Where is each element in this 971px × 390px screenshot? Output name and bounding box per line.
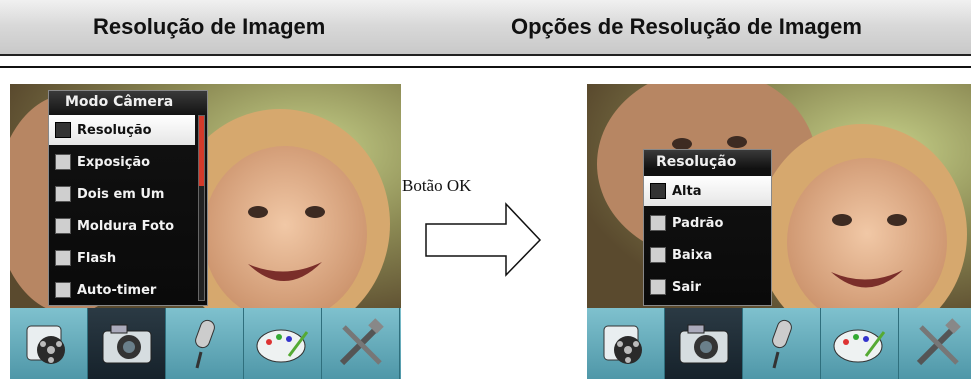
left-section-title: Resolução de Imagem [93, 14, 326, 39]
high-res-icon [650, 183, 666, 199]
menu-item-label: Moldura Foto [77, 218, 175, 234]
menu-item-moldura-foto[interactable]: Moldura Foto [49, 211, 195, 241]
menu-scrollbar[interactable] [198, 115, 205, 301]
menu-item-label: Dois em Um [77, 186, 165, 202]
flash-icon [55, 250, 71, 266]
right-arrow-icon [425, 202, 542, 277]
palette-icon[interactable] [821, 308, 899, 379]
header-band: Resolução de Imagem Opções de Resolução … [0, 0, 971, 56]
menu-item-label: Baixa [672, 247, 713, 263]
menu-item-label: Resolução [77, 122, 152, 138]
menu-item-label: Exposição [77, 154, 151, 170]
menu-item-flash[interactable]: Flash [49, 243, 195, 273]
menu-item-label: Auto-timer [77, 282, 157, 298]
self-timer-icon [55, 282, 71, 298]
microphone-icon[interactable] [743, 308, 821, 379]
resolution-menu: Resolução Alta Padrão Baixa Sair [643, 149, 772, 306]
menu-item-dois-em-um[interactable]: Dois em Um [49, 179, 195, 209]
menu-item-padrao[interactable]: Padrão [644, 208, 771, 238]
menu-item-label: Flash [77, 250, 117, 266]
tools-icon[interactable] [322, 308, 400, 379]
palette-icon[interactable] [244, 308, 322, 379]
photo-frame-icon [55, 218, 71, 234]
tools-icon[interactable] [899, 308, 971, 379]
mode-toolbar [10, 308, 401, 379]
exit-icon [650, 279, 666, 295]
two-in-one-icon [55, 186, 71, 202]
camera-screen-right: Resolução Alta Padrão Baixa Sair [587, 84, 971, 379]
menu-item-exposicao[interactable]: Exposição [49, 147, 195, 177]
menu-item-baixa[interactable]: Baixa [644, 240, 771, 270]
microphone-icon[interactable] [166, 308, 244, 379]
camera-icon[interactable] [88, 308, 166, 379]
menu-item-auto-timer[interactable]: Auto-timer [49, 275, 195, 305]
menu-item-sair[interactable]: Sair [644, 272, 771, 302]
camera-mode-menu: Modo Câmera Resolução Exposição Dois em … [48, 90, 208, 306]
camera-icon[interactable] [665, 308, 743, 379]
resolution-icon [55, 122, 71, 138]
menu-item-label: Sair [672, 279, 702, 295]
menu-item-resolucao[interactable]: Resolução [49, 115, 195, 145]
menu-item-label: Alta [672, 183, 702, 199]
playback-film-icon[interactable] [10, 308, 88, 379]
menu-item-alta[interactable]: Alta [644, 176, 771, 206]
menu-title: Resolução [656, 154, 737, 170]
scroll-thumb[interactable] [199, 116, 204, 186]
low-res-icon [650, 247, 666, 263]
ok-button-label: Botão OK [402, 176, 472, 195]
menu-item-label: Padrão [672, 215, 724, 231]
standard-res-icon [650, 215, 666, 231]
playback-film-icon[interactable] [587, 308, 665, 379]
divider-line [0, 66, 971, 68]
exposure-icon [55, 154, 71, 170]
mode-toolbar [587, 308, 971, 379]
menu-title: Modo Câmera [65, 94, 174, 110]
camera-screen-left: Modo Câmera Resolução Exposição Dois em … [10, 84, 401, 379]
right-section-title: Opções de Resolução de Imagem [511, 14, 862, 39]
